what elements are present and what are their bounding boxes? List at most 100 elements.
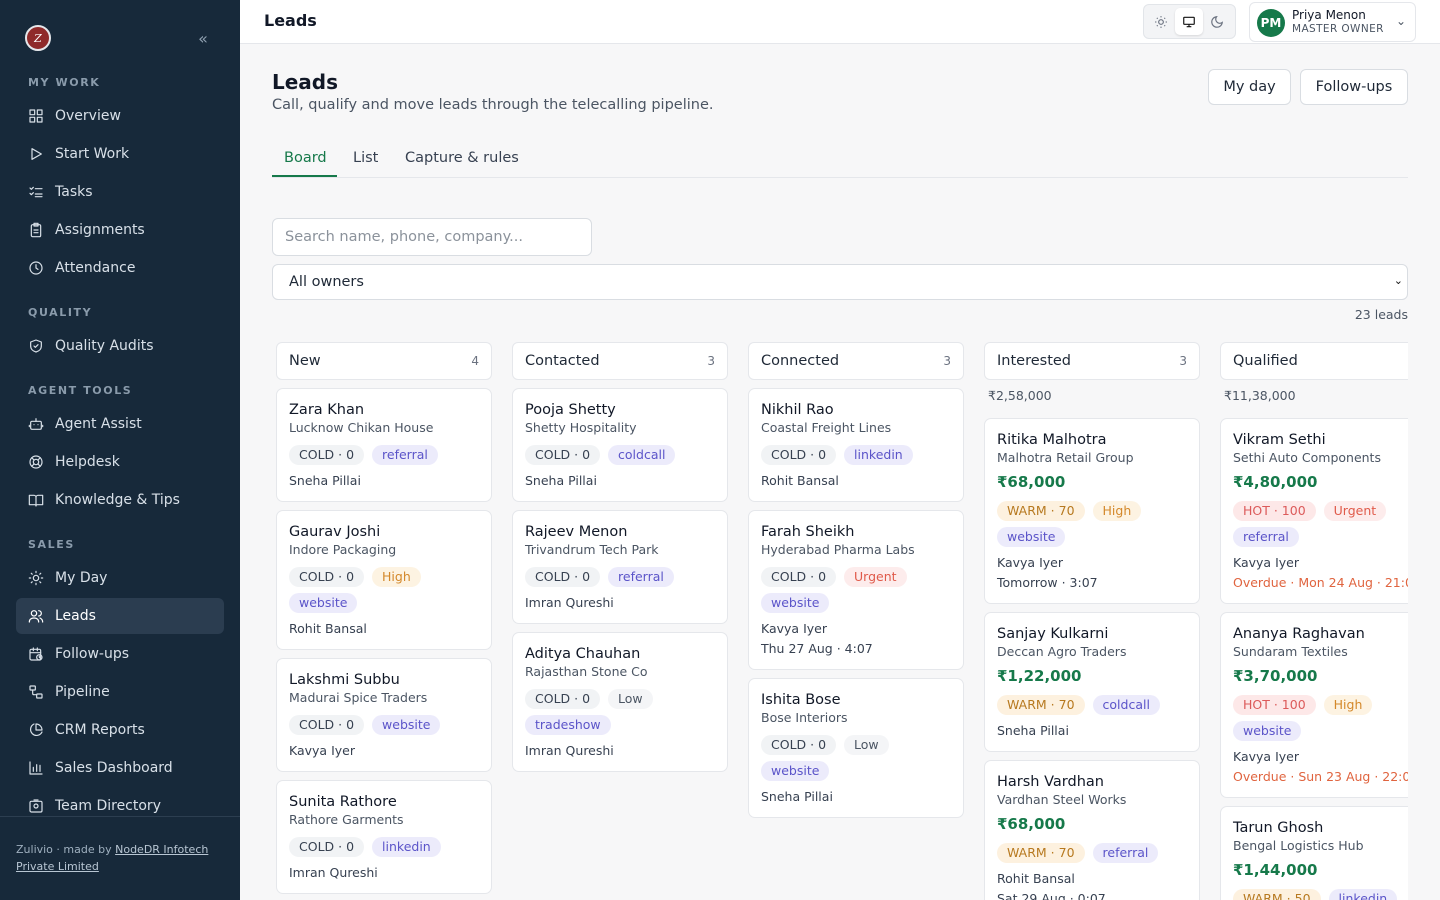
sidebar-item-start-work[interactable]: Start Work [16,136,224,172]
lead-name: Aditya Chauhan [525,646,641,662]
lead-owner: Kavya Iyer [997,555,1063,570]
sidebar-item-quality-audits[interactable]: Quality Audits [16,328,224,364]
lead-company: Trivandrum Tech Park [525,542,659,557]
sun-icon[interactable] [1147,8,1175,35]
lead-owner: Rohit Bansal [997,871,1075,886]
lead-name: Tarun Ghosh [1233,820,1324,836]
app-logo[interactable]: Z [25,25,51,51]
lead-value: ₹4,80,000 [1233,473,1318,491]
column-title: Connected [761,353,840,369]
sidebar-item-label: Quality Audits [55,338,154,354]
moon-icon[interactable] [1203,8,1231,35]
sidebar-item-knowledge-tips[interactable]: Knowledge & Tips [16,482,224,518]
tag-src: website [372,715,441,735]
sidebar-item-my-day[interactable]: My Day [16,560,224,596]
lead-card[interactable]: Farah Sheikh Hyderabad Pharma Labs COLD · … [748,510,964,670]
main-content: Leads Call, qualify and move leads throu… [272,44,1408,900]
tag-urgent: Urgent [1323,501,1387,521]
lead-card[interactable]: Ishita Bose Bose Interiors COLD · 0 Low webs… [748,678,964,818]
lead-card[interactable]: Gaurav Joshi Indore Packaging COLD · 0 High… [276,510,492,650]
bot-icon [28,418,44,430]
tag-cold: COLD · 0 [289,445,365,465]
lead-company: Rajasthan Stone Co [525,664,648,679]
tag-low: Low [608,689,653,709]
tag-src: referral [1233,527,1299,547]
tag-src: linkedin [1328,889,1398,900]
sidebar-item-assignments[interactable]: Assignments [16,212,224,248]
lead-card[interactable]: Zara Khan Lucknow Chikan House COLD · 0 ref… [276,388,492,502]
page-subtitle: Call, qualify and move leads through the… [272,97,714,113]
book-icon [28,494,44,507]
lead-tags: WARM · 70 coldcall [997,695,1187,715]
column-title: New [289,353,321,369]
column-header: New 4 [276,342,492,380]
lead-value: ₹68,000 [997,815,1066,833]
lead-name: Vikram Sethi [1233,432,1326,448]
sidebar-item-sales-dashboard[interactable]: Sales Dashboard [16,750,224,786]
follow-ups-button[interactable]: Follow-ups [1300,69,1408,105]
lead-card[interactable]: Tarun Ghosh Bengal Logistics Hub ₹1,44,000… [1220,806,1408,900]
lead-company: Bose Interiors [761,710,848,725]
sidebar-item-tasks[interactable]: Tasks [16,174,224,210]
lead-value: ₹1,44,000 [1233,861,1318,879]
lead-card[interactable]: Rajeev Menon Trivandrum Tech Park COLD · 0… [512,510,728,624]
column-interested: Interested 3 ₹2,58,000 Ritika Malhotra Malho… [984,342,1200,900]
lead-name: Nikhil Rao [761,402,834,418]
search-input[interactable] [272,218,592,256]
sidebar-item-attendance[interactable]: Attendance [16,250,224,286]
tab-board[interactable]: Board [284,150,327,166]
tag-hot: HOT · 100 [1233,695,1316,715]
lead-card[interactable]: Sanjay Kulkarni Deccan Agro Traders ₹1,22,… [984,612,1200,752]
lead-card[interactable]: Pooja Shetty Shetty Hospitality COLD · 0 co… [512,388,728,502]
lead-card[interactable]: Vikram Sethi Sethi Auto Components ₹4,80,0… [1220,418,1408,604]
sidebar-item-crm-reports[interactable]: CRM Reports [16,712,224,748]
user-menu[interactable]: PM Priya Menon MASTER OWNER ⌄ [1249,2,1416,42]
sidebar-item-leads[interactable]: Leads [16,598,224,634]
pie-chart-icon [30,723,43,736]
lead-name: Ananya Raghavan [1233,626,1365,642]
lead-tags: WARM · 70 referral [997,843,1187,863]
lead-tags: WARM · 50 linkedin [1233,889,1408,900]
monitor-icon[interactable] [1175,8,1203,35]
tag-src: coldcall [1092,695,1160,715]
sidebar-item-agent-assist[interactable]: Agent Assist [16,406,224,442]
collapse-sidebar-icon[interactable]: « [193,29,213,49]
lead-company: Sundaram Textiles [1233,644,1348,659]
sidebar-item-pipeline[interactable]: Pipeline [16,674,224,710]
sidebar-item-helpdesk[interactable]: Helpdesk [16,444,224,480]
user-name: Priya Menon [1292,8,1366,22]
footer-text: Zulivio · made by [16,843,116,856]
column-header: Contacted 3 [512,342,728,380]
my-day-button[interactable]: My day [1208,69,1291,105]
lead-owner: Kavya Iyer [1233,749,1299,764]
tag-cold: COLD · 0 [761,445,837,465]
tag-warm: WARM · 70 [997,501,1085,521]
lead-value: ₹1,22,000 [997,667,1082,685]
column-total: ₹11,38,000 [1224,388,1296,403]
section-quality: QUALITY [28,306,93,319]
lead-card[interactable]: Ritika Malhotra Malhotra Retail Group ₹68,… [984,418,1200,604]
column-header: Qualified [1220,342,1408,380]
lead-name: Harsh Vardhan [997,774,1104,790]
tab-list[interactable]: List [353,150,378,166]
sidebar-item-overview[interactable]: Overview [16,98,224,134]
tag-high: High [1092,501,1142,521]
lead-card[interactable]: Sunita Rathore Rathore Garments COLD · 0 li… [276,780,492,894]
checklist-icon [29,186,43,198]
lead-card[interactable]: Lakshmi Subbu Madurai Spice Traders COLD ·… [276,658,492,772]
sidebar-item-label: Pipeline [55,684,110,700]
lead-due: Tomorrow · 3:07 [997,575,1098,590]
sidebar-item-label: Helpdesk [55,454,120,470]
tag-src: referral [608,567,674,587]
lead-card[interactable]: Nikhil Rao Coastal Freight Lines COLD · 0 l… [748,388,964,502]
lead-card[interactable]: Harsh Vardhan Vardhan Steel Works ₹68,000 W… [984,760,1200,900]
lead-card[interactable]: Ananya Raghavan Sundaram Textiles ₹3,70,00… [1220,612,1408,798]
tab-capture-rules[interactable]: Capture & rules [405,150,519,166]
sidebar-item-label: Tasks [55,184,93,200]
tag-warm: WARM · 70 [997,843,1085,863]
lead-card[interactable]: Aditya Chauhan Rajasthan Stone Co COLD · 0… [512,632,728,772]
lead-tags: COLD · 0 linkedin [761,445,951,465]
sidebar-item-follow-ups[interactable]: Follow-ups [16,636,224,672]
lead-tags: COLD · 0 website [289,715,479,735]
owner-filter-select[interactable]: All owners ⌄ [272,264,1408,300]
